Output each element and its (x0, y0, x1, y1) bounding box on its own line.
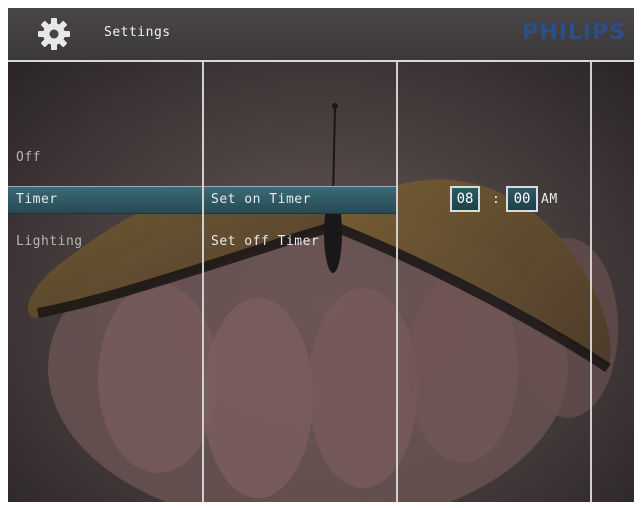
menu-item-timer[interactable]: Timer (16, 192, 58, 207)
butterfly-photo-background (8, 8, 634, 502)
column-divider (202, 62, 204, 502)
menu-item-lighting[interactable]: Lighting (16, 234, 83, 249)
page-title: Settings (104, 25, 171, 40)
ampm-field[interactable]: AM (541, 192, 558, 207)
menu-item-off[interactable]: Off (16, 150, 41, 165)
brand-logo: PHILIPS (522, 20, 626, 45)
minute-field[interactable]: 00 (506, 186, 538, 212)
column-divider (590, 62, 592, 502)
gear-icon (38, 18, 70, 50)
column-divider (396, 62, 398, 502)
time-separator: : (492, 192, 500, 207)
hour-field[interactable]: 08 (450, 186, 480, 212)
menu-item-set-off-timer[interactable]: Set off Timer (211, 234, 319, 249)
photo-frame-screen: Settings PHILIPS Off Timer Lighting Set … (8, 8, 634, 502)
menu-item-set-on-timer[interactable]: Set on Timer (211, 192, 311, 207)
top-bar: Settings PHILIPS (8, 8, 634, 62)
